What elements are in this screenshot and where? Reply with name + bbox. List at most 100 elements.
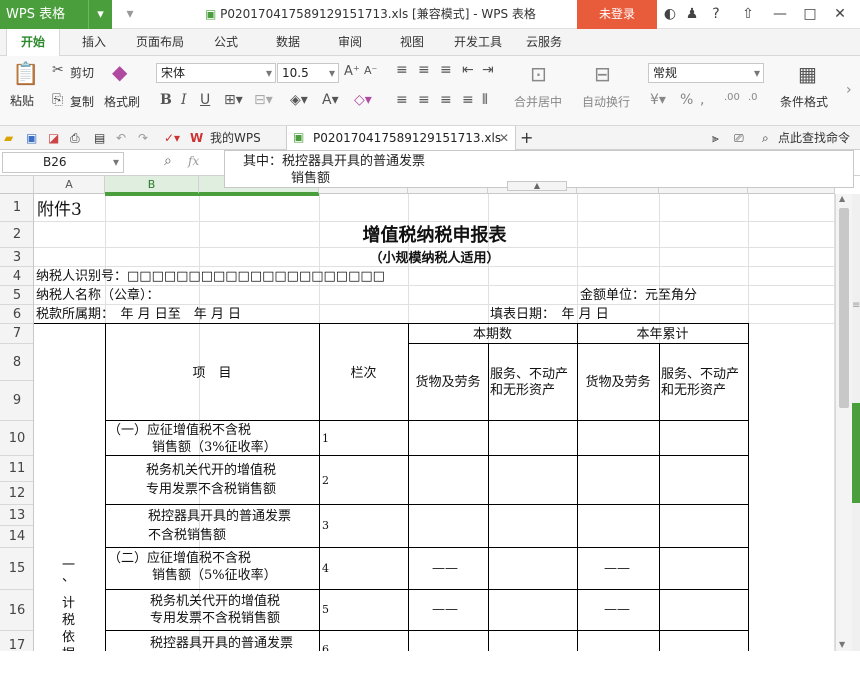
row-header[interactable]: 5 bbox=[0, 286, 33, 305]
merge-center-button[interactable]: 合并居中 bbox=[514, 93, 562, 110]
wrap-text-button[interactable]: 自动换行 bbox=[582, 93, 630, 110]
row-header[interactable]: 17 bbox=[0, 631, 33, 651]
align-right-icon[interactable]: ≡ bbox=[440, 92, 452, 108]
menu-home[interactable]: 开始 bbox=[6, 29, 60, 56]
column-header-a[interactable]: A bbox=[34, 176, 105, 194]
row-header[interactable]: 12 bbox=[0, 482, 33, 505]
vertical-scrollbar[interactable]: ▲ ▼ bbox=[835, 194, 852, 651]
select-all-corner[interactable] bbox=[0, 176, 34, 194]
tab-mywps[interactable]: 我的WPS bbox=[210, 126, 261, 150]
align-middle-icon[interactable]: ≡ bbox=[418, 62, 430, 78]
row-header[interactable]: 16 bbox=[0, 590, 33, 631]
side-panel-toggle[interactable] bbox=[852, 403, 860, 503]
new-tab-icon[interactable]: + bbox=[520, 126, 533, 150]
share-icon[interactable]: ⫸ bbox=[712, 126, 719, 150]
grow-font-icon[interactable]: A⁺ bbox=[344, 64, 360, 79]
underline-icon[interactable]: U bbox=[200, 92, 210, 108]
save-icon[interactable]: ▣ bbox=[26, 126, 37, 150]
ribbon-scroll-icon[interactable]: › bbox=[846, 82, 852, 98]
percent-icon[interactable]: % bbox=[680, 92, 693, 108]
row-header[interactable]: 6 bbox=[0, 305, 33, 324]
split-handle-icon[interactable]: ≡ bbox=[852, 300, 860, 311]
skin-icon[interactable]: ◐ bbox=[662, 0, 678, 29]
scrollbar-thumb[interactable] bbox=[839, 208, 849, 408]
row-header[interactable]: 1 bbox=[0, 194, 33, 222]
scroll-down-icon[interactable]: ▼ bbox=[839, 640, 845, 649]
justify-icon[interactable]: ≡ bbox=[462, 92, 474, 108]
increase-decimal-icon[interactable]: .00 bbox=[724, 92, 740, 103]
close-icon[interactable]: ✕ bbox=[830, 0, 850, 29]
function-icon[interactable]: fx bbox=[188, 154, 199, 168]
close-tab-icon[interactable]: ✕ bbox=[499, 126, 509, 150]
format-painter-button[interactable]: 格式刷 bbox=[104, 93, 140, 110]
copy-button[interactable]: 复制 bbox=[70, 93, 94, 110]
app-menu-button[interactable]: WPS 表格 ▾ bbox=[0, 0, 112, 29]
scroll-up-icon[interactable]: ▲ bbox=[839, 194, 845, 203]
shirt-icon[interactable]: ♟ bbox=[682, 0, 702, 29]
indent-decrease-icon[interactable]: ⇤ bbox=[462, 62, 474, 78]
column-header-b[interactable]: B bbox=[105, 176, 199, 194]
customize-icon[interactable]: ✓▾ bbox=[164, 126, 180, 150]
tab-document[interactable]: ▣ P020170417589129151713.xls ✕ bbox=[286, 126, 516, 150]
merge-border-icon[interactable]: ⊟▾ bbox=[254, 92, 273, 108]
minimize-icon[interactable]: — bbox=[770, 0, 790, 29]
login-button[interactable]: 未登录 bbox=[577, 0, 657, 29]
row-header[interactable]: 2 bbox=[0, 222, 33, 248]
italic-icon[interactable]: I bbox=[181, 92, 187, 108]
decrease-decimal-icon[interactable]: .0 bbox=[748, 92, 758, 103]
spreadsheet-grid[interactable]: 附件3 增值税纳税申报表 （小规模纳税人适用） 纳税人识别号：□□□□□□□□□… bbox=[34, 194, 835, 651]
font-size-select[interactable]: 10.5 ▾ bbox=[277, 63, 339, 83]
formula-content[interactable]: 其中：税控器具开具的普通发票 销售额 ▲ bbox=[224, 150, 854, 191]
align-top-icon[interactable]: ≡ bbox=[396, 62, 408, 78]
row-header[interactable]: 10 bbox=[0, 421, 33, 456]
undo-icon[interactable]: ↶ bbox=[116, 126, 126, 150]
print-preview-icon[interactable]: ▤ bbox=[94, 126, 105, 150]
font-color-icon[interactable]: A▾ bbox=[322, 92, 339, 108]
indent-increase-icon[interactable]: ⇥ bbox=[482, 62, 494, 78]
row-header[interactable]: 13 bbox=[0, 505, 33, 526]
menu-developer[interactable]: 开发工具 bbox=[454, 29, 502, 56]
app-dropdown-icon[interactable]: ▾ bbox=[88, 0, 112, 29]
collapse-formula-icon[interactable]: ▲ bbox=[507, 181, 567, 191]
menu-review[interactable]: 审阅 bbox=[338, 29, 362, 56]
row-header[interactable]: 11 bbox=[0, 456, 33, 482]
align-left-icon[interactable]: ≡ bbox=[396, 92, 408, 108]
conditional-format-button[interactable]: 条件格式 bbox=[780, 93, 828, 110]
thousands-icon[interactable]: , bbox=[700, 92, 704, 108]
bold-icon[interactable]: B bbox=[160, 92, 172, 108]
menu-data[interactable]: 数据 bbox=[276, 29, 300, 56]
font-name-select[interactable]: 宋体 ▾ bbox=[156, 63, 276, 83]
export-pdf-icon[interactable]: ◪ bbox=[48, 126, 59, 150]
menu-cloud[interactable]: 云服务 bbox=[526, 29, 562, 56]
menu-formula[interactable]: 公式 bbox=[214, 29, 238, 56]
paste-button[interactable]: 粘贴 bbox=[10, 92, 34, 109]
help-icon[interactable]: ? bbox=[706, 0, 726, 29]
restore-up-icon[interactable]: ⇧ bbox=[738, 0, 758, 29]
paste-icon[interactable]: 📋 bbox=[12, 62, 39, 87]
name-box[interactable]: B26 ▾ bbox=[2, 152, 124, 173]
maximize-icon[interactable]: □ bbox=[800, 0, 820, 29]
menu-insert[interactable]: 插入 bbox=[82, 29, 106, 56]
cut-button[interactable]: 剪切 bbox=[70, 64, 94, 81]
app-pin-icon[interactable]: ▾ bbox=[120, 0, 140, 29]
redo-icon[interactable]: ↷ bbox=[138, 126, 148, 150]
align-bottom-icon[interactable]: ≡ bbox=[440, 62, 452, 78]
shrink-font-icon[interactable]: A⁻ bbox=[364, 64, 377, 77]
distribute-icon[interactable]: ⫴ bbox=[482, 92, 488, 108]
row-header[interactable]: 9 bbox=[0, 381, 33, 421]
row-header[interactable]: 14 bbox=[0, 526, 33, 548]
open-folder-icon[interactable]: ▰ bbox=[4, 126, 13, 150]
row-header[interactable]: 15 bbox=[0, 548, 33, 590]
number-format-select[interactable]: 常规 ▾ bbox=[648, 63, 764, 83]
row-header[interactable]: 7 bbox=[0, 324, 33, 344]
print-icon[interactable]: ⎙ bbox=[70, 126, 80, 150]
clear-format-icon[interactable]: ◇▾ bbox=[354, 92, 372, 108]
menu-view[interactable]: 视图 bbox=[400, 29, 424, 56]
border-icon[interactable]: ⊞▾ bbox=[224, 92, 243, 108]
menu-page-layout[interactable]: 页面布局 bbox=[136, 29, 184, 56]
search-command[interactable]: 点此查找命令 bbox=[778, 126, 850, 150]
align-center-icon[interactable]: ≡ bbox=[418, 92, 430, 108]
zoom-icon[interactable]: ⌕ bbox=[164, 153, 172, 169]
row-header[interactable]: 3 bbox=[0, 248, 33, 267]
currency-icon[interactable]: ¥▾ bbox=[650, 92, 666, 108]
